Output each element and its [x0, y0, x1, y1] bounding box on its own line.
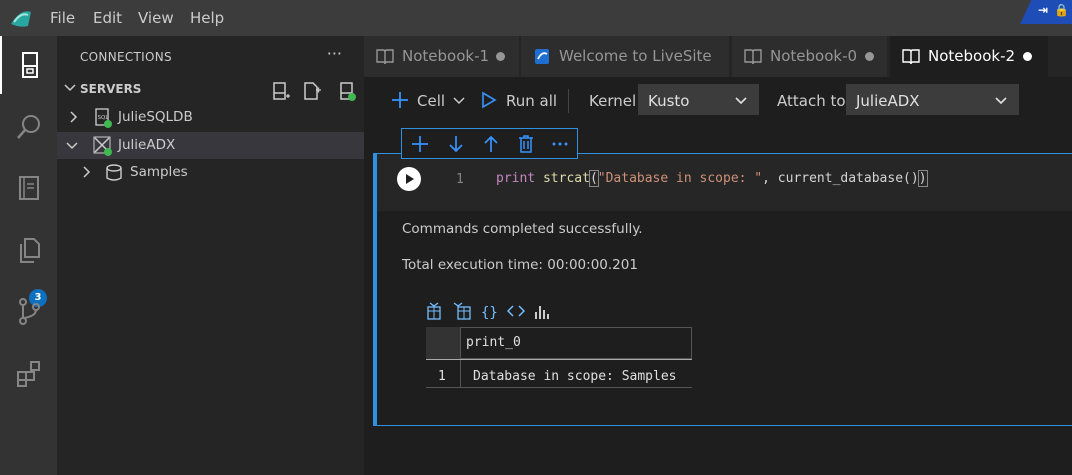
azure-data-studio-icon: [535, 49, 549, 64]
source-control-icon[interactable]: [0, 282, 57, 340]
chevron-down-icon: [453, 97, 465, 105]
extensions-icon[interactable]: [0, 344, 57, 402]
servers-label: SERVERS: [80, 82, 142, 96]
more-icon[interactable]: [550, 134, 570, 154]
tab-label: Notebook-2: [928, 47, 1016, 65]
column-header[interactable]: print_0: [461, 327, 692, 359]
new-connection-icon[interactable]: [269, 80, 291, 102]
active-connections-icon[interactable]: [336, 80, 358, 102]
tree-item-label: Samples: [130, 164, 188, 180]
tab-notebook-0[interactable]: Notebook-0: [732, 36, 887, 77]
code-line[interactable]: print strcat("Database in scope: ", curr…: [496, 170, 928, 187]
code-string: "Database in scope: ": [597, 171, 763, 186]
more-actions-button[interactable]: ···: [327, 44, 342, 63]
code-close-paren: ): [917, 170, 928, 187]
menu-help[interactable]: Help: [190, 9, 224, 27]
unsaved-dot-icon: [496, 52, 505, 61]
tree-item-label: JulieSQLDB: [118, 109, 193, 125]
notebook-icon[interactable]: [0, 159, 57, 217]
tree-item-label: JulieADX: [118, 137, 176, 153]
play-icon: [482, 91, 497, 109]
run-cell-button[interactable]: [397, 167, 421, 191]
save-as-xml-icon[interactable]: [507, 302, 525, 320]
grid-corner: [426, 327, 461, 359]
output-message: Commands completed successfully.: [402, 221, 643, 237]
tab-label: Welcome to LiveSite: [559, 47, 712, 65]
chevron-down-icon: [64, 84, 76, 92]
chart-icon[interactable]: [533, 302, 551, 320]
azure-data-studio-logo-icon: [11, 11, 31, 27]
attach-to-select[interactable]: JulieADX: [846, 84, 1019, 115]
pin-lock-badge[interactable]: ⇥ 🔒: [1020, 0, 1072, 24]
connections-icon[interactable]: [0, 36, 57, 94]
kernel-select[interactable]: Kusto: [638, 84, 759, 115]
kernel-label: Kernel: [589, 92, 637, 110]
plus-icon[interactable]: [410, 134, 430, 154]
code-keyword: print: [496, 171, 536, 186]
chevron-right-icon: [70, 111, 78, 123]
database-icon: [106, 164, 122, 181]
column-header-label: print_0: [466, 335, 521, 350]
chevron-right-icon: [83, 166, 91, 178]
book-icon: [902, 49, 920, 65]
tab-label: Notebook-0: [770, 47, 858, 65]
pin-icon: ⇥: [1038, 3, 1049, 17]
lock-icon: 🔒: [1054, 3, 1069, 17]
adx-server-icon: [93, 136, 112, 156]
row-number-label: 1: [438, 369, 446, 384]
book-icon: [376, 49, 394, 65]
save-as-excel-icon[interactable]: [453, 302, 471, 320]
tab-welcome-to-livesite[interactable]: Welcome to LiveSite: [521, 36, 729, 77]
title-bar: File Edit View Help ⇥ 🔒: [0, 0, 1072, 36]
code-function: strcat: [542, 171, 590, 186]
attach-to-label: Attach to: [777, 92, 846, 110]
unsaved-dot-icon: [1023, 52, 1032, 61]
search-icon[interactable]: [0, 98, 57, 156]
chevron-down-icon: [735, 97, 747, 105]
chevron-down-icon: [995, 97, 1007, 105]
delete-icon[interactable]: [516, 134, 536, 154]
activity-bar: 3: [0, 36, 57, 475]
toolbar-separator: [568, 89, 569, 113]
sql-server-icon: SQL: [95, 108, 112, 128]
connections-sidebar: CONNECTIONS ··· SERVERS SQL JulieSQLDB J…: [57, 36, 364, 475]
book-icon: [744, 49, 762, 65]
servers-section-header[interactable]: SERVERS: [57, 78, 364, 102]
plus-icon: [392, 92, 408, 108]
execution-time: Total execution time: 00:00:00.201: [402, 257, 638, 273]
attach-to-value: JulieADX: [856, 92, 920, 110]
tab-notebook-2[interactable]: Notebook-2: [890, 36, 1048, 77]
sidebar-title: CONNECTIONS: [80, 50, 172, 64]
svg-text:{}: {}: [481, 305, 498, 320]
menu-view[interactable]: View: [138, 9, 174, 27]
save-as-json-icon[interactable]: {}: [480, 302, 498, 320]
line-number: 1: [456, 172, 464, 187]
new-server-group-icon[interactable]: [301, 80, 323, 102]
code-rest: , current_database(): [762, 171, 919, 186]
tree-item-samples[interactable]: Samples: [57, 159, 364, 186]
row-number[interactable]: 1: [426, 360, 461, 388]
table-cell[interactable]: Database in scope: Samples: [461, 360, 692, 388]
tree-item-julieadx[interactable]: JulieADX: [57, 132, 364, 159]
tree-item-juliesqldb[interactable]: SQL JulieSQLDB: [57, 104, 364, 131]
results-grid: print_0 1 Database in scope: Samples: [426, 327, 692, 388]
menu-edit[interactable]: Edit: [93, 9, 122, 27]
code-open-paren: (: [588, 170, 599, 187]
kernel-value: Kusto: [648, 92, 690, 110]
unsaved-dot-icon: [865, 52, 874, 61]
tab-label: Notebook-1: [402, 47, 490, 65]
explorer-icon[interactable]: [0, 221, 57, 279]
move-up-icon[interactable]: [481, 134, 501, 154]
notebook-toolbar: Cell Run all Kernel Kusto Attach to Juli…: [364, 77, 1072, 123]
run-all-label: Run all: [506, 92, 558, 110]
add-cell-label: Cell: [417, 92, 446, 110]
cell-toolbar: [401, 128, 578, 159]
move-down-icon[interactable]: [446, 134, 466, 154]
editor-tab-bar: Notebook-1 Welcome to LiveSite Notebook-…: [364, 36, 1072, 77]
menu-file[interactable]: File: [50, 9, 75, 27]
chevron-down-icon: [66, 142, 78, 150]
table-cell-value: Database in scope: Samples: [473, 369, 677, 384]
save-as-csv-icon[interactable]: [425, 302, 443, 320]
tab-notebook-1[interactable]: Notebook-1: [364, 36, 519, 77]
